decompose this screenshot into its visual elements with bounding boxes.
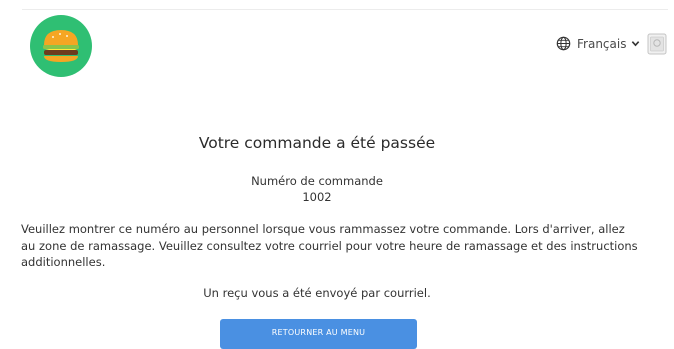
page-title: Votre commande a été passée [198,134,436,152]
order-number: 1002 [302,190,332,204]
receipt-notice: Un reçu vous a été envoyé par courriel. [203,286,431,300]
header-divider [22,9,668,10]
cart-icon [647,33,667,55]
logo[interactable] [30,15,92,77]
hamburger-icon [43,30,79,62]
language-selector[interactable]: Français [556,36,640,51]
cart-button[interactable] [646,31,668,56]
back-to-menu-button[interactable]: RETOURNER AU MENU [220,319,417,349]
chevron-down-icon [632,41,640,47]
pickup-instructions: Veuillez montrer ce numéro au personnel … [21,222,638,269]
language-label: Français [577,36,627,51]
globe-icon [556,36,571,51]
order-number-label: Numéro de commande [251,174,383,188]
